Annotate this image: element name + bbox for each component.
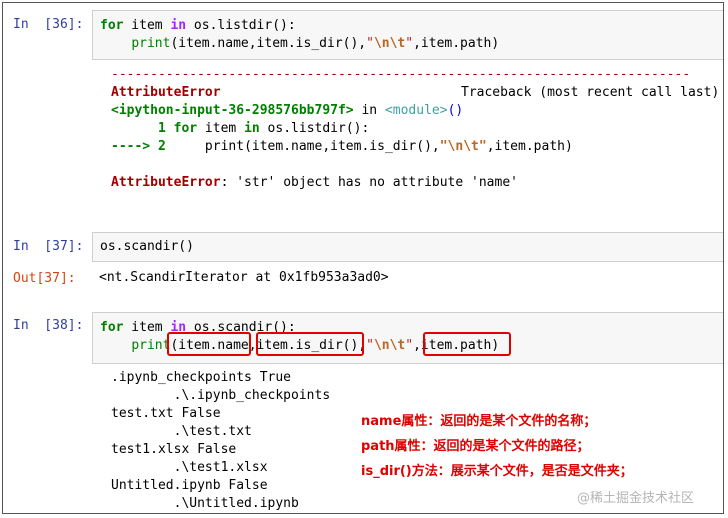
cell-36-prompt: In [36]: <box>13 17 84 32</box>
output-line: .\test1.xlsx <box>111 460 268 475</box>
error-location: <ipython-input-36-298576bb797f> in <modu… <box>111 103 464 118</box>
output-line: test.txt False <box>111 406 221 421</box>
cell-37-output: <nt.ScandirIterator at 0x1fb953a3ad0> <box>99 270 389 285</box>
output-line: .\test.txt <box>111 424 252 439</box>
cell-37-code: os.scandir() <box>100 239 194 254</box>
output-line: .\.ipynb_checkpoints <box>111 388 331 403</box>
highlight-item-name <box>167 332 251 356</box>
highlight-item-path <box>423 332 511 356</box>
cell-36-code-line-1: for item in os.listdir(): <box>100 18 296 33</box>
highlight-item-is-dir <box>256 332 364 356</box>
watermark: @稀土掘金技术社区 <box>577 491 695 506</box>
annotation-is-dir: is_dir()方法：展示某个文件，是否是文件夹； <box>361 464 633 479</box>
traceback-line-2: ----> 2 print(item.name,item.is_dir(),"\… <box>111 139 573 154</box>
cell-37-input[interactable]: os.scandir() <box>92 232 723 262</box>
output-line: Untitled.ipynb False <box>111 478 268 493</box>
cell-37-out-prompt: Out[37]: <box>13 271 76 286</box>
annotation-path: path属性：返回的是某个文件的路径； <box>361 439 590 454</box>
output-line: .\Untitled.ipynb <box>111 496 299 511</box>
cell-36-code-line-2: print(item.name,item.is_dir(),"\n\t",ite… <box>131 36 500 51</box>
notebook-frame: In [36]: for item in os.listdir(): print… <box>2 2 724 514</box>
error-header: AttributeError <box>111 85 221 100</box>
traceback-label: Traceback (most recent call last) <box>461 85 720 100</box>
cell-37-prompt: In [37]: <box>13 239 84 254</box>
output-line: .ipynb_checkpoints True <box>111 370 292 385</box>
error-separator: ----------------------------------------… <box>111 67 691 82</box>
output-line: test1.xlsx False <box>111 442 237 457</box>
cell-36-input[interactable]: for item in os.listdir(): print(item.nam… <box>92 10 723 60</box>
cell-38-prompt: In [38]: <box>13 318 84 333</box>
error-message: AttributeError: 'str' object has no attr… <box>111 175 518 190</box>
traceback-line-1: 1 for item in os.listdir(): <box>111 121 370 136</box>
annotation-name: name属性：返回的是某个文件的名称； <box>361 414 597 429</box>
